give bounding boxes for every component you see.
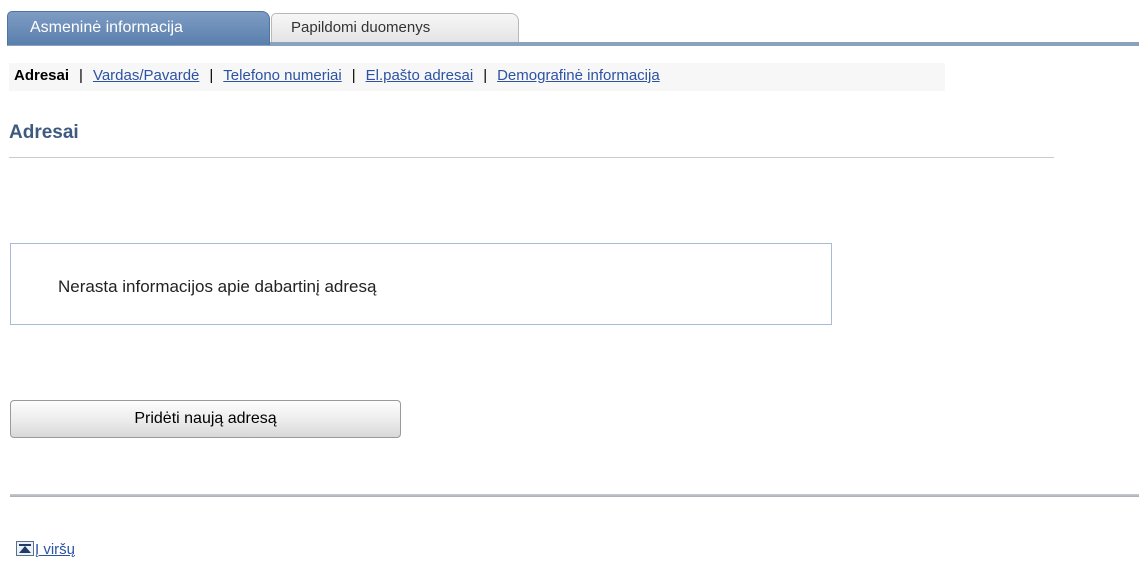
subnav-separator: | xyxy=(483,67,488,84)
tab-bar: Asmeninė informacija Papildomi duomenys xyxy=(7,11,1139,45)
page: Asmeninė informacija Papildomi duomenys … xyxy=(0,0,1139,562)
subnav-separator: | xyxy=(79,67,83,84)
add-new-address-button[interactable]: Pridėti naują adresą xyxy=(10,400,401,438)
no-address-info-box: Nerasta informacijos apie dabartinį adre… xyxy=(10,243,832,325)
subnav-current-addresses: Adresai xyxy=(14,67,70,84)
title-divider xyxy=(9,157,1054,158)
arrow-up-to-top-icon[interactable] xyxy=(16,541,34,556)
subnav-link-demographic-info[interactable]: Demografinė informacija xyxy=(497,67,660,84)
back-to-top-link[interactable]: Į viršų xyxy=(16,541,75,558)
no-address-message: Nerasta informacijos apie dabartinį adre… xyxy=(58,277,377,296)
subnav-separator: | xyxy=(209,67,214,84)
subnav-link-name[interactable]: Vardas/Pavardė xyxy=(93,67,199,84)
subnav-link-phone-numbers[interactable]: Telefono numeriai xyxy=(223,67,341,84)
sub-navigation: Adresai | Vardas/Pavardė | Telefono numeriai… xyxy=(9,63,945,91)
page-title: Adresai xyxy=(9,122,79,143)
tab-additional-data[interactable]: Papildomi duomenys xyxy=(271,13,519,42)
bottom-divider xyxy=(10,494,1139,497)
tab-personal-info[interactable]: Asmeninė informacija xyxy=(7,11,270,45)
back-to-top-label[interactable]: Į viršų xyxy=(35,541,75,558)
subnav-separator: | xyxy=(351,67,356,84)
subnav-link-email-addresses[interactable]: El.pašto adresai xyxy=(366,67,474,84)
